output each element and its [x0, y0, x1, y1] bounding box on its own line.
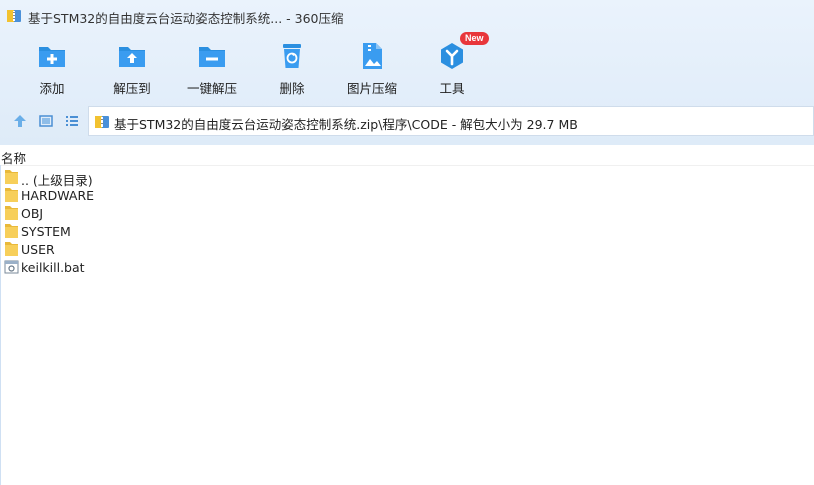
list-item-system[interactable]: SYSTEM — [0, 222, 814, 240]
title-bar: 基于STM32的自由度云台运动姿态控制系统... - 360压缩 — [0, 0, 814, 32]
batch-file-icon — [4, 260, 19, 274]
image-compress-label: 图片压缩 — [346, 81, 397, 96]
new-badge: New — [460, 32, 489, 45]
toolbar: 添加 解压到 一键解压 删除 图片压缩 New 工具 — [0, 32, 814, 98]
extract-to-icon — [119, 47, 145, 67]
up-arrow-icon[interactable] — [10, 111, 30, 131]
one-click-extract-icon — [199, 47, 225, 67]
item-name: OBJ — [21, 206, 44, 221]
list-item-hardware[interactable]: HARDWARE — [0, 186, 814, 204]
add-folder-icon — [39, 47, 65, 67]
window-title: 基于STM32的自由度云台运动姿态控制系统... - 360压缩 — [28, 11, 344, 26]
extract-to-label: 解压到 — [113, 81, 151, 96]
delete-button[interactable]: 删除 — [254, 36, 330, 98]
list-item-obj[interactable]: OBJ — [0, 204, 814, 222]
tools-button[interactable]: New 工具 — [414, 32, 490, 98]
list-item-keilkill-bat[interactable]: keilkill.bat — [0, 258, 814, 276]
tools-label: 工具 — [439, 81, 465, 96]
delete-label: 删除 — [279, 81, 305, 96]
tools-icon — [441, 43, 463, 69]
list-item-user[interactable]: USER — [0, 240, 814, 258]
item-name: USER — [21, 242, 55, 257]
item-name: SYSTEM — [21, 224, 71, 239]
add-label: 添加 — [39, 81, 65, 96]
navigation-bar: 基于STM32的自由度云台运动姿态控制系统.zip\程序\CODE - 解包大小… — [0, 106, 814, 136]
address-bar[interactable]: 基于STM32的自由度云台运动姿态控制系统.zip\程序\CODE - 解包大小… — [88, 106, 814, 136]
folder-icon — [5, 206, 18, 220]
item-name: keilkill.bat — [21, 260, 85, 275]
thumbnail-view-icon[interactable] — [36, 111, 56, 131]
item-name: HARDWARE — [21, 188, 95, 203]
list-view-icon[interactable] — [62, 111, 82, 131]
zip-archive-icon — [95, 116, 109, 128]
delete-icon — [283, 44, 301, 68]
folder-icon — [5, 188, 18, 202]
image-compress-icon — [363, 43, 382, 69]
extract-to-button[interactable]: 解压到 — [94, 36, 170, 98]
column-name-header[interactable]: 名称 — [1, 148, 26, 167]
folder-icon — [5, 170, 18, 184]
app-icon — [7, 10, 21, 22]
image-compress-button[interactable]: 图片压缩 — [334, 36, 410, 98]
address-path: 基于STM32的自由度云台运动姿态控制系统.zip\程序\CODE - 解包大小… — [114, 117, 578, 132]
folder-icon — [5, 242, 18, 256]
folder-icon — [5, 224, 18, 238]
one-click-extract-label: 一键解压 — [186, 81, 237, 96]
one-click-extract-button[interactable]: 一键解压 — [174, 36, 250, 98]
column-header: 名称 — [0, 145, 814, 166]
add-button[interactable]: 添加 — [14, 36, 90, 98]
list-item-parent-dir[interactable]: .. (上级目录) — [0, 168, 814, 188]
